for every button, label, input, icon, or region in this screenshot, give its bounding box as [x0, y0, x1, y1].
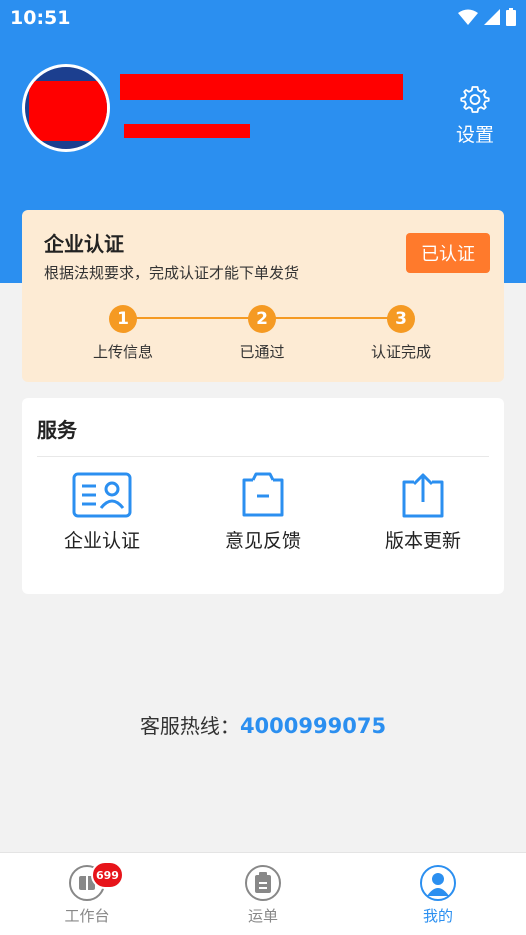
settings-button[interactable]: 设置: [452, 84, 498, 147]
signal-icon: [484, 9, 500, 25]
notification-badge: 699: [91, 861, 124, 889]
avatar-redaction: [29, 81, 107, 141]
avatar[interactable]: [22, 64, 110, 152]
certification-title: 企业认证: [44, 232, 124, 256]
step-number: 1: [109, 305, 137, 333]
services-divider: [37, 456, 489, 457]
services-title: 服务: [37, 418, 77, 442]
step-approved: 2 已通过: [202, 305, 322, 362]
services-card: 服务 企业认证 意见反馈 版本更新: [22, 398, 504, 594]
service-enterprise-certification[interactable]: 企业认证: [32, 472, 172, 553]
wifi-icon: [458, 9, 478, 25]
certified-status-button[interactable]: 已认证: [406, 233, 490, 273]
settings-label: 设置: [455, 124, 494, 146]
upload-icon: [402, 473, 444, 518]
step-upload-info: 1 上传信息: [63, 305, 183, 362]
waybill-icon: [245, 865, 281, 901]
step-number: 2: [248, 305, 276, 333]
certification-description: 根据法规要求，完成认证才能下单发货: [44, 264, 300, 282]
service-label: 意见反馈: [224, 530, 301, 552]
tab-mine[interactable]: 我的: [388, 865, 488, 926]
profile-icon: [420, 865, 456, 901]
service-version-update[interactable]: 版本更新: [353, 472, 493, 553]
username-redaction: [120, 74, 403, 100]
tab-label: 工作台: [64, 907, 110, 925]
tab-label: 运单: [247, 907, 278, 925]
status-bar: 10:51: [0, 0, 526, 36]
hotline-label: 客服热线：: [139, 714, 240, 738]
battery-icon: [506, 8, 516, 26]
bottom-tab-bar: 699 工作台 运单 我的: [0, 852, 526, 935]
service-feedback[interactable]: 意见反馈: [193, 472, 333, 553]
clipboard-icon: [242, 472, 284, 517]
step-label: 上传信息: [92, 343, 153, 361]
step-number: 3: [387, 305, 415, 333]
hotline-number[interactable]: 4000999075: [240, 714, 386, 738]
service-label: 版本更新: [384, 530, 461, 552]
status-icons: [458, 8, 516, 26]
tab-waybill[interactable]: 运单: [213, 865, 313, 926]
gear-icon: [460, 86, 490, 113]
certification-card: 企业认证 根据法规要求，完成认证才能下单发货 已认证 1 上传信息 2 已通过 …: [22, 210, 504, 382]
status-time: 10:51: [10, 7, 71, 29]
step-label: 已通过: [239, 343, 285, 361]
tab-label: 我的: [422, 907, 453, 925]
id-card-icon: [72, 472, 132, 518]
workbench-icon: 699: [69, 861, 124, 901]
tab-workbench[interactable]: 699 工作台: [37, 861, 137, 926]
step-label: 认证完成: [370, 343, 431, 361]
user-info-redaction: [124, 124, 250, 138]
customer-service-hotline: 客服热线：4000999075: [0, 710, 526, 739]
service-label: 企业认证: [63, 530, 140, 552]
step-complete: 3 认证完成: [341, 305, 461, 362]
